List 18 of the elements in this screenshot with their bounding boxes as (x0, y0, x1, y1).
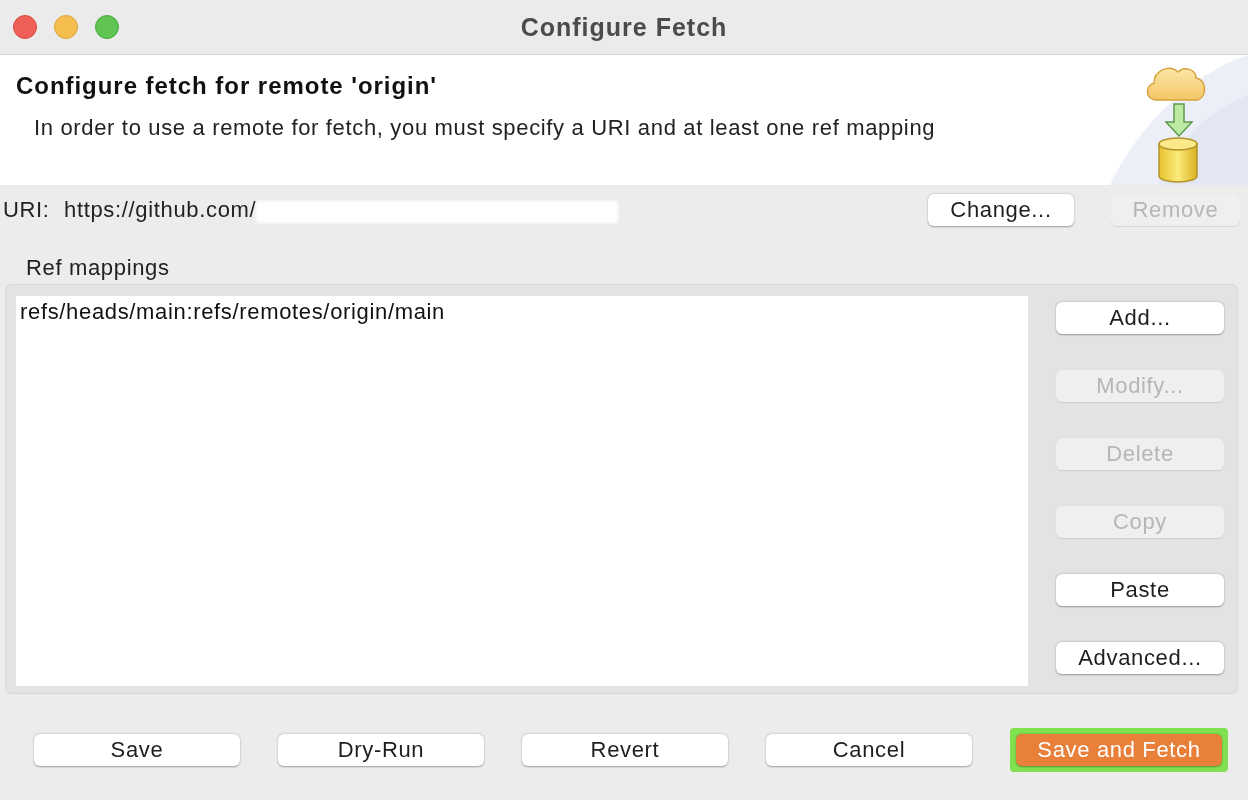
minimize-button[interactable] (54, 15, 78, 39)
group-label: Ref mappings (26, 255, 170, 281)
header-title: Configure fetch for remote 'origin' (16, 71, 439, 101)
revert-button[interactable]: Revert (522, 734, 728, 766)
uri-value: https://github.com/ (64, 197, 257, 223)
mapping-item[interactable]: refs/heads/main:refs/remotes/origin/main (16, 299, 1028, 325)
uri-label: URI: (3, 197, 51, 223)
dry-run-button[interactable]: Dry-Run (278, 734, 484, 766)
window-title: Configure Fetch (520, 12, 728, 42)
add-button[interactable]: Add... (1056, 302, 1224, 334)
paste-button[interactable]: Paste (1056, 574, 1224, 606)
header-description: In order to use a remote for fetch, you must specify a URI and at least one ref mapping (34, 114, 936, 142)
close-button[interactable] (13, 15, 37, 39)
maximize-button[interactable] (95, 15, 119, 39)
advanced-button[interactable]: Advanced... (1056, 642, 1224, 674)
save-button[interactable]: Save (34, 734, 240, 766)
cancel-button[interactable]: Cancel (766, 734, 972, 766)
change-button[interactable]: Change... (928, 194, 1074, 226)
